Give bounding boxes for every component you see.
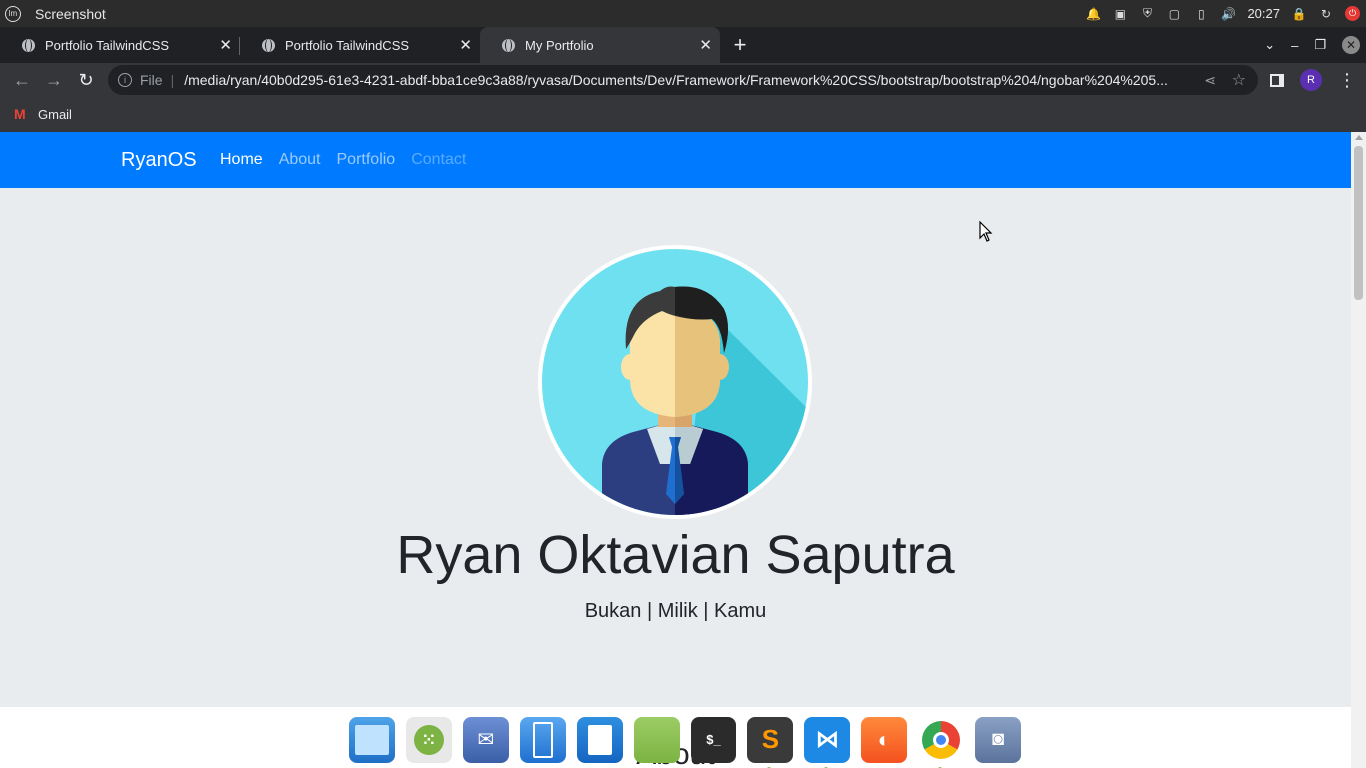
chrome-icon[interactable]: [918, 716, 965, 768]
close-tab-icon[interactable]: ✕: [219, 36, 232, 54]
file-manager-icon[interactable]: [349, 716, 395, 763]
side-panel-icon[interactable]: [1270, 73, 1284, 87]
tab-strip: Portfolio TailwindCSS ✕ Portfolio Tailwi…: [0, 27, 1366, 63]
window-close-icon[interactable]: ✕: [1342, 36, 1360, 54]
window-controls: ⌄ – ❐ ✕: [1264, 27, 1360, 63]
archive-icon[interactable]: [519, 716, 566, 763]
nav-link-about[interactable]: About: [279, 151, 321, 169]
globe-icon: [502, 38, 515, 52]
vscode-icon[interactable]: ⋈: [804, 716, 851, 768]
bookmark-gmail[interactable]: Gmail: [38, 107, 72, 122]
nav-link-portfolio[interactable]: Portfolio: [337, 151, 396, 169]
document-icon[interactable]: [576, 716, 623, 763]
firefox-icon[interactable]: ◐: [861, 716, 908, 763]
system-tray: 🔔 ▣ ⛨ ▢ ▯ 🔊 20:27 🔒 ↻ ⏻: [1085, 0, 1360, 27]
camera-icon[interactable]: ◙: [975, 716, 1022, 763]
window-icon[interactable]: ▢: [1166, 6, 1182, 22]
bookmarks-bar: Gmail: [0, 97, 1366, 132]
hero-tagline: Bukan | Milik | Kamu: [584, 600, 767, 622]
clipboard-icon[interactable]: ▣: [1112, 6, 1128, 22]
minimize-icon[interactable]: –: [1291, 38, 1298, 53]
scrollbar-thumb[interactable]: [1354, 146, 1363, 300]
url-text[interactable]: /media/ryan/40b0d295-61e3-4231-abdf-bba1…: [184, 72, 1189, 88]
tab-portfolio-tailwind-1[interactable]: Portfolio TailwindCSS ✕: [0, 27, 240, 63]
nav-link-home[interactable]: Home: [220, 151, 263, 169]
close-tab-icon[interactable]: ✕: [459, 36, 472, 54]
profile-avatar-image: [538, 245, 812, 519]
navbar-brand[interactable]: RyanOS: [121, 149, 197, 172]
new-tab-button[interactable]: +: [728, 27, 752, 63]
page-viewport: RyanOS Home About Portfolio Contact Ryan…: [0, 132, 1351, 768]
folder-icon[interactable]: [633, 716, 680, 763]
site-navbar: RyanOS Home About Portfolio Contact: [0, 132, 1351, 188]
address-bar[interactable]: i File | /media/ryan/40b0d295-61e3-4231-…: [108, 65, 1258, 95]
shield-icon[interactable]: ⛨: [1139, 6, 1155, 22]
tab-my-portfolio[interactable]: My Portfolio ✕: [480, 27, 720, 63]
scheme-label: File: [140, 72, 163, 88]
update-icon[interactable]: ↻: [1318, 6, 1334, 22]
tab-label: Portfolio TailwindCSS: [45, 37, 170, 53]
person-illustration-icon: [602, 286, 808, 515]
battery-icon[interactable]: ▯: [1193, 6, 1209, 22]
clock[interactable]: 20:27: [1247, 6, 1280, 21]
notification-bell-icon[interactable]: 🔔: [1085, 6, 1101, 22]
tab-portfolio-tailwind-2[interactable]: Portfolio TailwindCSS ✕: [240, 27, 480, 63]
tab-label: Portfolio TailwindCSS: [285, 37, 410, 53]
os-window-title: Screenshot: [35, 5, 106, 22]
hero-name: Ryan Oktavian Saputra: [396, 525, 955, 585]
sublime-text-icon[interactable]: S: [747, 716, 794, 768]
toolbar-right: R ⋮: [1270, 63, 1356, 97]
bookmark-star-icon[interactable]: ☆: [1232, 70, 1246, 90]
close-tab-icon[interactable]: ✕: [699, 36, 712, 54]
app-dock: ⁙ ✉ $_ S ⋈ ◐ ◙: [345, 711, 1022, 768]
forward-button[interactable]: →: [38, 66, 70, 94]
volume-icon[interactable]: 🔊: [1220, 6, 1236, 22]
mouse-cursor-icon: [979, 221, 993, 242]
page-scrollbar[interactable]: [1351, 132, 1366, 768]
os-logo-icon[interactable]: lm: [5, 5, 21, 22]
nav-link-contact[interactable]: Contact: [411, 151, 466, 169]
globe-icon: [22, 38, 35, 52]
browser-toolbar: ← → ↻ i File | /media/ryan/40b0d295-61e3…: [0, 63, 1366, 97]
profile-avatar[interactable]: R: [1300, 69, 1322, 91]
tab-search-icon[interactable]: ⌄: [1264, 37, 1275, 53]
menu-dots-icon[interactable]: ⋮: [1338, 71, 1356, 89]
terminal-icon[interactable]: $_: [690, 716, 737, 763]
globe-icon: [262, 38, 275, 52]
tab-label: My Portfolio: [525, 37, 594, 53]
site-info-icon[interactable]: i: [118, 73, 132, 87]
app-grid-icon[interactable]: ⁙: [405, 716, 452, 763]
back-button[interactable]: ←: [6, 66, 38, 94]
nav-links: Home About Portfolio Contact: [220, 151, 466, 169]
os-top-bar: lm Screenshot 🔔 ▣ ⛨ ▢ ▯ 🔊 20:27 🔒 ↻ ⏻: [0, 0, 1366, 27]
scroll-up-arrow-icon[interactable]: [1355, 135, 1363, 140]
power-icon[interactable]: ⏻: [1345, 6, 1360, 21]
restore-icon[interactable]: ❐: [1314, 37, 1326, 53]
omnibox-divider: |: [170, 72, 175, 88]
mail-icon[interactable]: ✉: [462, 716, 509, 763]
gmail-icon: [14, 106, 30, 122]
reload-button[interactable]: ↻: [70, 66, 102, 94]
lock-icon[interactable]: 🔒: [1291, 6, 1307, 22]
share-icon[interactable]: ⋖: [1204, 72, 1216, 89]
